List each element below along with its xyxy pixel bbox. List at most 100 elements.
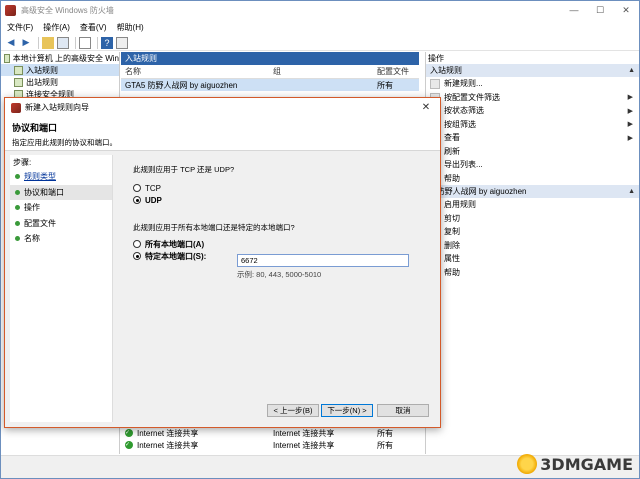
wizard-footer: < 上一步(B) 下一步(N) > 取消	[5, 404, 440, 417]
step-protocol-ports: 协议和端口	[10, 184, 112, 200]
help-icon[interactable]: ?	[101, 36, 113, 49]
protocol-question: 此规则应用于 TCP 还是 UDP?	[133, 165, 235, 174]
table-row[interactable]: GTA5 防野人战网 by aiguozhen 所有	[121, 79, 419, 91]
pane-title: 入站规则	[121, 52, 419, 65]
wizard-titlebar: 新建入站规则向导 ✕	[5, 98, 440, 117]
firewall-icon	[11, 102, 21, 113]
folder-icon[interactable]	[42, 36, 54, 49]
menu-action[interactable]: 操作(A)	[43, 22, 70, 33]
table-row[interactable]: ✓ Internet 连接共享 Internet 连接共享 所有	[121, 439, 419, 451]
rule-name: Internet 连接共享	[137, 440, 199, 450]
wizard-subtitle: 指定应用此规则的协议和端口。	[12, 138, 117, 147]
firewall-icon	[5, 4, 16, 16]
toolbar: ◀ ▶ ?	[1, 35, 639, 51]
action-filter-state[interactable]: 按状态筛选 ▶	[426, 104, 639, 118]
firewall-icon	[4, 53, 10, 63]
radio-udp[interactable]: UDP	[133, 194, 433, 206]
properties-icon[interactable]	[116, 36, 128, 49]
port-input[interactable]: 6672	[237, 254, 409, 267]
collapse-icon: ▲	[628, 67, 635, 74]
collapse-icon: ▲	[628, 188, 635, 195]
tree-item-outbound[interactable]: 出站规则	[1, 76, 119, 88]
column-group[interactable]: 组	[273, 66, 377, 77]
submenu-arrow-icon: ▶	[627, 107, 633, 115]
wizard-steps: 步骤: 规则类型 协议和端口 操作 配置文件 名称	[10, 155, 113, 422]
step-bullet-icon	[15, 189, 20, 195]
maximize-button[interactable]: ☐	[587, 1, 613, 19]
radio-all-ports[interactable]: 所有本地端口(A)	[133, 238, 433, 250]
submenu-arrow-icon: ▶	[627, 121, 633, 129]
wizard-title: 新建入站规则向导	[25, 103, 89, 112]
action-filter-group[interactable]: 按组筛选 ▶	[426, 118, 639, 132]
enabled-check-icon: ✓	[125, 429, 133, 437]
rule-profile: 所有	[377, 80, 393, 90]
step-bullet-icon	[15, 220, 20, 226]
new-inbound-rule-wizard: 新建入站规则向导 ✕ 协议和端口 指定应用此规则的协议和端口。 步骤: 规则类型…	[4, 97, 441, 428]
action-copy[interactable]: 复制	[426, 225, 639, 239]
wizard-header: 协议和端口 指定应用此规则的协议和端口。	[5, 117, 440, 151]
action-refresh[interactable]: 刷新	[426, 145, 639, 159]
action-enable-rule[interactable]: 启用规则	[426, 198, 639, 212]
rule-name: Internet 连接共享	[137, 428, 199, 438]
actions-section-inbound[interactable]: 入站规则 ▲	[426, 64, 639, 77]
table-row[interactable]: ✓ Internet 连接共享 Internet 连接共享 所有	[121, 427, 419, 439]
next-button[interactable]: 下一步(N) >	[321, 404, 373, 417]
enabled-check-icon: ✓	[125, 441, 133, 449]
watermark-logo: 3DMGAME	[517, 454, 633, 474]
console-icon[interactable]	[57, 36, 69, 49]
back-button[interactable]: < 上一步(B)	[267, 404, 319, 417]
minimize-button[interactable]: —	[561, 1, 587, 19]
step-name: 名称	[10, 231, 112, 247]
actions-section-rule[interactable]: 5 防野人战网 by aiguozhen ▲	[426, 185, 639, 198]
action-view[interactable]: 查看 ▶	[426, 131, 639, 145]
tree-item-root[interactable]: 本地计算机 上的高级安全 Win	[1, 52, 119, 64]
action-new-rule[interactable]: 新建规则...	[426, 77, 639, 91]
menu-view[interactable]: 查看(V)	[80, 22, 107, 33]
step-bullet-icon	[15, 205, 20, 211]
step-action: 操作	[10, 200, 112, 216]
rule-profile: 所有	[377, 440, 393, 450]
outbound-rules-icon	[14, 77, 23, 87]
menu-help[interactable]: 帮助(H)	[117, 22, 144, 33]
steps-label: 步骤:	[13, 158, 32, 167]
rule-group: Internet 连接共享	[273, 440, 335, 450]
inbound-rules-icon	[14, 65, 23, 75]
submenu-arrow-icon: ▶	[627, 134, 633, 142]
action-properties[interactable]: 属性	[426, 252, 639, 266]
submenu-arrow-icon: ▶	[627, 94, 633, 102]
action-delete[interactable]: 删除	[426, 239, 639, 253]
step-profile: 配置文件	[10, 216, 112, 232]
step-bullet-icon	[15, 236, 20, 242]
column-profile[interactable]: 配置文件	[377, 66, 417, 77]
forward-icon[interactable]: ▶	[20, 37, 32, 49]
back-icon[interactable]: ◀	[5, 37, 17, 49]
window-titlebar: 高级安全 Windows 防火墙 — ☐ ✕	[1, 1, 639, 19]
actions-title: 操作	[428, 53, 444, 63]
column-name[interactable]: 名称	[121, 66, 273, 77]
action-help-rule[interactable]: 帮助	[426, 266, 639, 280]
action-cut[interactable]: 剪切	[426, 212, 639, 226]
radio-tcp[interactable]: TCP	[133, 182, 433, 194]
step-rule-type[interactable]: 规则类型	[10, 169, 112, 185]
watermark-badge-icon	[517, 454, 538, 474]
column-headers: 名称 组 配置文件	[121, 65, 419, 79]
export-icon[interactable]	[79, 36, 91, 49]
window-title: 高级安全 Windows 防火墙	[21, 5, 114, 15]
wizard-close-button[interactable]: ✕	[412, 98, 440, 117]
action-export-list[interactable]: 导出列表...	[426, 158, 639, 172]
rule-group: Internet 连接共享	[273, 428, 335, 438]
rule-name: GTA5 防野人战网 by aiguozhen	[125, 80, 238, 90]
menu-bar: 文件(F) 操作(A) 查看(V) 帮助(H)	[1, 19, 639, 35]
action-help[interactable]: 帮助	[426, 172, 639, 186]
cancel-button[interactable]: 取消	[377, 404, 429, 417]
step-bullet-icon	[15, 174, 20, 180]
close-button[interactable]: ✕	[613, 1, 639, 19]
tree-item-inbound[interactable]: 入站规则	[1, 64, 119, 76]
port-example: 示例: 80, 443, 5000-5010	[237, 270, 322, 279]
wizard-heading: 协议和端口	[12, 123, 58, 133]
wizard-body: 此规则应用于 TCP 还是 UDP? TCP UDP 此规则应用于所有本地端口还…	[133, 164, 433, 414]
menu-file[interactable]: 文件(F)	[7, 22, 33, 33]
action-filter-profile[interactable]: 按配置文件筛选 ▶	[426, 91, 639, 105]
actions-pane: 操作 入站规则 ▲ 新建规则... 按配置文件筛选 ▶ 按状态筛选 ▶ 按组筛选 ▶ 查…	[425, 52, 639, 454]
rule-profile: 所有	[377, 428, 393, 438]
